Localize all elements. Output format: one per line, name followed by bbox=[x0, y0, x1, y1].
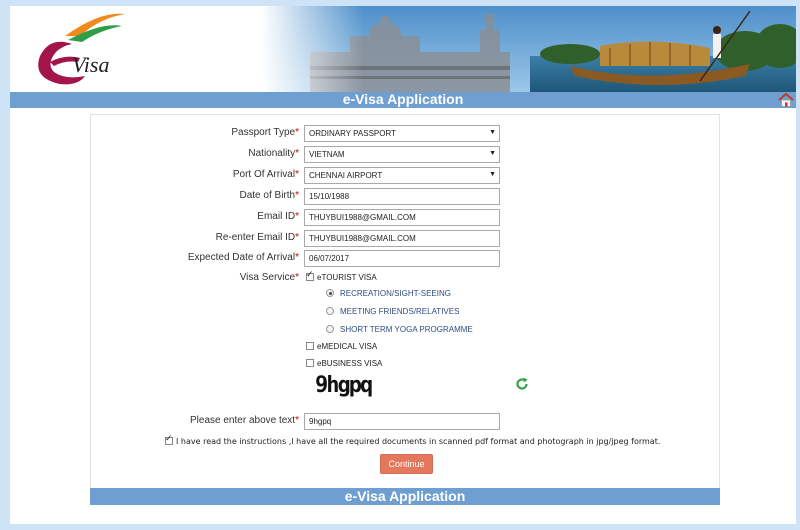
yoga-programme-label: SHORT TERM YOGA PROGRAMME bbox=[340, 325, 473, 334]
footer-bar: e-Visa Application bbox=[90, 488, 720, 505]
yoga-programme-radio[interactable] bbox=[326, 325, 334, 333]
port-of-arrival-value: CHENNAI AIRPORT bbox=[309, 171, 383, 180]
passport-type-select[interactable]: ORDINARY PASSPORT ▼ bbox=[304, 125, 500, 142]
etourist-visa-label: eTOURIST VISA bbox=[317, 273, 377, 282]
date-of-birth-label: Date of Birth* bbox=[239, 190, 300, 201]
email-confirm-label: Re-enter Email ID* bbox=[215, 232, 299, 243]
arrival-date-input[interactable]: 06/07/2017 bbox=[304, 250, 500, 267]
passport-type-row: Passport Type* ORDINARY PASSPORT ▼ bbox=[91, 125, 719, 143]
ebusiness-visa-label: eBUSINESS VISA bbox=[317, 359, 383, 368]
dropdown-arrow-icon: ▼ bbox=[489, 150, 496, 157]
email-row: Email ID* THUYBUI1988@GMAIL.COM bbox=[91, 209, 719, 227]
emedical-visa-option[interactable]: eMEDICAL VISA bbox=[306, 342, 377, 351]
nationality-row: Nationality* VIETNAM ▼ bbox=[91, 146, 719, 164]
nationality-value: VIETNAM bbox=[309, 150, 345, 159]
captcha-image: 9hgpq bbox=[315, 373, 373, 398]
email-input[interactable]: THUYBUI1988@GMAIL.COM bbox=[304, 209, 500, 226]
page-title: e-Visa Application bbox=[342, 91, 464, 107]
arrival-date-row: Expected Date of Arrival* 06/07/2017 bbox=[91, 250, 719, 268]
yoga-programme-option[interactable]: SHORT TERM YOGA PROGRAMME bbox=[326, 325, 473, 334]
agreement-checkbox[interactable] bbox=[165, 434, 173, 445]
passport-type-label: Passport Type* bbox=[231, 127, 299, 138]
recreation-label: RECREATION/SIGHT-SEEING bbox=[340, 289, 451, 298]
page-frame: Visa e-Visa Application Passport Type* O… bbox=[10, 6, 796, 524]
captcha-input[interactable]: 9hgpq bbox=[304, 413, 500, 430]
recreation-radio[interactable] bbox=[326, 289, 334, 297]
title-bar: e-Visa Application bbox=[10, 91, 796, 108]
logo-text: Visa bbox=[72, 52, 110, 77]
agreement-text: I have read the instructions ,I have all… bbox=[176, 437, 661, 446]
meeting-friends-label: MEETING FRIENDS/RELATIVES bbox=[340, 307, 460, 316]
etourist-visa-option[interactable]: eTOURIST VISA bbox=[306, 270, 377, 282]
footer-title: e-Visa Application bbox=[344, 488, 466, 504]
home-icon[interactable] bbox=[778, 93, 794, 107]
recreation-option[interactable]: RECREATION/SIGHT-SEEING bbox=[326, 289, 451, 298]
date-of-birth-input[interactable]: 15/10/1988 bbox=[304, 188, 500, 205]
dropdown-arrow-icon: ▼ bbox=[489, 129, 496, 136]
port-of-arrival-label: Port Of Arrival* bbox=[232, 169, 299, 180]
header-banner: Visa bbox=[10, 6, 796, 92]
visa-application-form: Passport Type* ORDINARY PASSPORT ▼ Natio… bbox=[90, 114, 720, 494]
captcha-label: Please enter above text* bbox=[190, 415, 299, 426]
email-label: Email ID* bbox=[257, 211, 299, 222]
visa-service-row: Visa Service* bbox=[91, 270, 719, 288]
emedical-visa-checkbox[interactable] bbox=[306, 342, 314, 350]
port-of-arrival-row: Port Of Arrival* CHENNAI AIRPORT ▼ bbox=[91, 167, 719, 185]
passport-type-value: ORDINARY PASSPORT bbox=[309, 129, 396, 138]
visa-service-label: Visa Service* bbox=[239, 272, 299, 283]
agreement-option[interactable]: I have read the instructions ,I have all… bbox=[165, 434, 661, 446]
etourist-visa-checkbox[interactable] bbox=[306, 270, 314, 281]
arrival-date-label: Expected Date of Arrival* bbox=[187, 252, 299, 263]
continue-button[interactable]: Continue bbox=[380, 454, 433, 474]
refresh-icon[interactable] bbox=[515, 377, 529, 391]
port-of-arrival-select[interactable]: CHENNAI AIRPORT ▼ bbox=[304, 167, 500, 184]
ebusiness-visa-checkbox[interactable] bbox=[306, 359, 314, 367]
emedical-visa-label: eMEDICAL VISA bbox=[317, 342, 378, 351]
email-confirm-input[interactable]: THUYBUI1988@GMAIL.COM bbox=[304, 230, 500, 247]
dropdown-arrow-icon: ▼ bbox=[489, 171, 496, 178]
ebusiness-visa-option[interactable]: eBUSINESS VISA bbox=[306, 359, 382, 368]
captcha-row: Please enter above text* 9hgpq bbox=[91, 413, 719, 431]
meeting-friends-radio[interactable] bbox=[326, 307, 334, 315]
meeting-friends-option[interactable]: MEETING FRIENDS/RELATIVES bbox=[326, 307, 459, 316]
nationality-label: Nationality* bbox=[248, 148, 299, 159]
email-confirm-row: Re-enter Email ID* THUYBUI1988@GMAIL.COM bbox=[91, 230, 719, 248]
nationality-select[interactable]: VIETNAM ▼ bbox=[304, 146, 500, 163]
banner-image bbox=[10, 6, 796, 92]
date-of-birth-row: Date of Birth* 15/10/1988 bbox=[91, 188, 719, 206]
